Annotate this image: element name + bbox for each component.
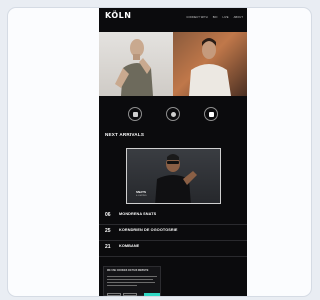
nav-link-connect[interactable]: CONNECT WITH (186, 16, 207, 19)
nav-link-live[interactable]: LIVE (223, 16, 229, 19)
event-row[interactable]: 25 KORNDRIEN DE OGOOTOSRIE (99, 225, 247, 241)
top-nav: KÖLN CONNECT WITH BIO LIVE ABOUT (99, 8, 247, 30)
artist-portrait-right (189, 38, 231, 96)
cookie-title: WE USE COOKIES ON THIS WEBSITE (107, 270, 149, 272)
merch-icon-button[interactable] (204, 107, 218, 121)
event-title: KORNDRIEN DE OGOOTOSRIE (119, 228, 178, 232)
event-day: 25 (105, 228, 111, 234)
hero-image-right[interactable] (173, 32, 247, 96)
event-title: KOMBANE (119, 244, 140, 248)
hero-banner (99, 32, 247, 96)
nav-link-bio[interactable]: BIO (213, 16, 218, 19)
cookie-reject-button[interactable] (107, 293, 121, 296)
cookie-text-line (107, 285, 137, 287)
featured-event-subtitle: & LIMITED (136, 195, 147, 197)
tickets-icon (170, 111, 176, 117)
event-day: 21 (105, 244, 111, 250)
merch-icon (208, 111, 214, 117)
section-title: NEXT ARRIVALS (105, 132, 145, 137)
event-list: 06 MONDRENA SNATS 25 KORNDRIEN DE OGOOTO… (99, 209, 247, 257)
website-screenshot: KÖLN CONNECT WITH BIO LIVE ABOUT NEXT AR… (99, 8, 247, 296)
nav-link-about[interactable]: ABOUT (234, 16, 243, 19)
featured-event-title: SNATS (136, 190, 146, 194)
feature-icons-row (99, 103, 247, 133)
site-logo[interactable]: KÖLN (105, 11, 131, 20)
music-icon-button[interactable] (128, 107, 142, 121)
cookie-banner: WE USE COOKIES ON THIS WEBSITE (103, 266, 161, 296)
hero-image-left[interactable] (99, 32, 173, 96)
nav-links: CONNECT WITH BIO LIVE ABOUT (186, 16, 243, 19)
music-icon (132, 111, 138, 117)
featured-event-card[interactable]: SNATS & LIMITED (126, 148, 221, 204)
event-day: 06 (105, 212, 111, 218)
cookie-settings-button[interactable] (123, 293, 137, 296)
event-row[interactable]: 06 MONDRENA SNATS (99, 209, 247, 225)
artist-portrait-left (115, 39, 153, 96)
preview-card: KÖLN CONNECT WITH BIO LIVE ABOUT NEXT AR… (7, 7, 312, 297)
cookie-accept-button[interactable] (144, 293, 160, 296)
cookie-text-line (107, 279, 153, 281)
tickets-icon-button[interactable] (166, 107, 180, 121)
event-title: MONDRENA SNATS (119, 212, 157, 216)
event-row[interactable]: 21 KOMBANE (99, 241, 247, 257)
cookie-text-line (107, 282, 155, 284)
cookie-text-line (107, 276, 157, 278)
